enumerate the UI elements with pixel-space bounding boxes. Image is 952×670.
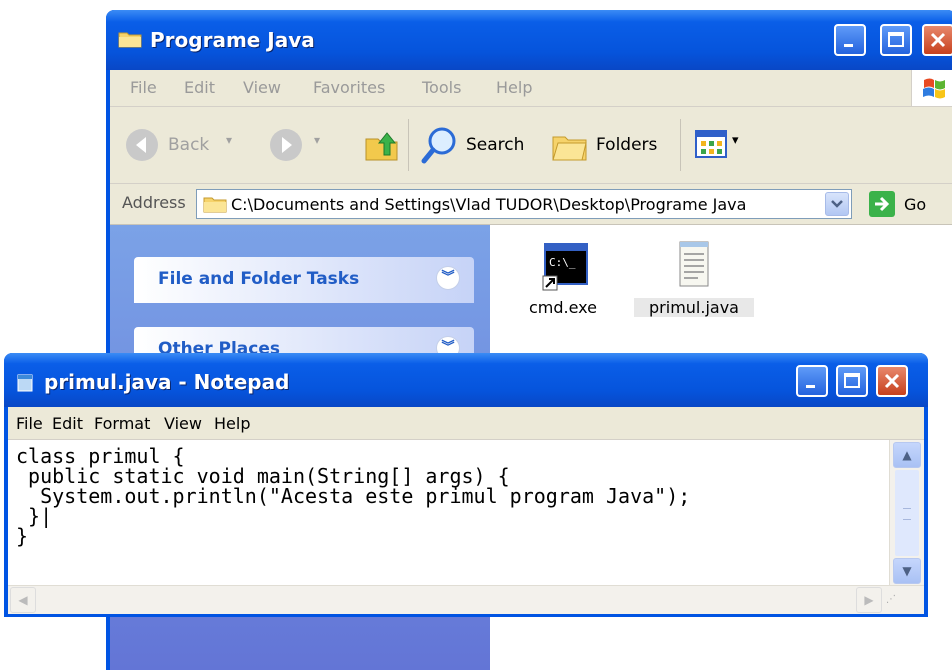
go-button[interactable]: Go xyxy=(868,190,948,220)
explorer-titlebar[interactable]: Programe Java xyxy=(106,10,952,70)
menu-view[interactable]: View xyxy=(243,78,281,97)
file-folder-tasks-header[interactable]: File and Folder Tasks ︾ xyxy=(134,257,474,303)
chevron-down-icon[interactable]: ︾ xyxy=(436,266,460,290)
views-dropdown-icon: ▾ xyxy=(732,133,739,148)
back-label: Back xyxy=(168,135,210,155)
windows-flag-icon xyxy=(923,78,945,99)
notepad-window: primul.java - Notepad File Edit Format V… xyxy=(4,353,928,617)
windows-logo xyxy=(911,70,952,106)
menu-file[interactable]: File xyxy=(130,78,157,97)
toolbar-separator xyxy=(680,119,681,171)
scroll-right-button[interactable]: ▶ xyxy=(856,587,882,613)
up-folder-icon[interactable] xyxy=(362,125,402,165)
resize-grip-icon[interactable]: ⋰ xyxy=(886,594,906,612)
standard-toolbar: Back ▾ ▾ Search Folders ▾ xyxy=(110,107,952,184)
minimize-icon xyxy=(844,44,853,47)
scroll-down-button[interactable]: ▼ xyxy=(893,558,921,584)
go-arrow-icon xyxy=(869,191,895,217)
menu-help[interactable]: Help xyxy=(496,78,532,97)
search-button[interactable]: Search xyxy=(420,125,538,165)
menu-edit[interactable]: Edit xyxy=(52,414,83,433)
maximize-button[interactable] xyxy=(836,365,868,397)
folders-icon xyxy=(552,136,587,161)
menu-edit[interactable]: Edit xyxy=(184,78,215,97)
menu-view[interactable]: View xyxy=(164,414,202,433)
minimize-icon xyxy=(806,385,815,388)
address-field[interactable]: C:\Documents and Settings\Vlad TUDOR\Des… xyxy=(196,189,852,219)
task-title: File and Folder Tasks xyxy=(158,269,360,289)
maximize-icon xyxy=(888,32,904,47)
menu-file[interactable]: File xyxy=(16,414,43,433)
text-editor[interactable]: class primul { public static void main(S… xyxy=(8,440,924,585)
search-label: Search xyxy=(466,135,525,155)
toolbar-separator xyxy=(408,119,409,171)
scroll-track[interactable] xyxy=(895,470,919,556)
maximize-button[interactable] xyxy=(880,24,912,56)
chevron-down-icon xyxy=(831,200,843,208)
back-dropdown-icon: ▾ xyxy=(226,133,233,147)
menu-bar: File Edit View Favorites Tools Help xyxy=(110,70,952,107)
minimize-button[interactable] xyxy=(834,24,866,56)
cmd-icon: C:\_ xyxy=(542,243,588,291)
menu-format[interactable]: Format xyxy=(94,414,150,433)
back-button[interactable]: Back ▾ xyxy=(124,127,232,165)
forward-button[interactable]: ▾ xyxy=(268,127,328,165)
scroll-grip xyxy=(903,508,911,520)
folders-label: Folders xyxy=(596,135,658,155)
file-cmd-exe[interactable]: C:\_ cmd.exe xyxy=(518,238,608,317)
forward-arrow-icon xyxy=(270,129,302,161)
back-arrow-icon xyxy=(126,129,158,161)
close-icon xyxy=(884,373,900,389)
notepad-titlebar[interactable]: primul.java - Notepad xyxy=(4,353,928,407)
window-title: Programe Java xyxy=(150,28,315,52)
views-icon xyxy=(695,130,727,158)
vertical-scrollbar[interactable]: ▲ ▼ xyxy=(889,440,924,585)
notepad-menu-bar: File Edit Format View Help xyxy=(8,407,924,440)
views-button[interactable]: ▾ xyxy=(694,127,754,163)
address-dropdown-button[interactable] xyxy=(825,192,849,216)
folders-button[interactable]: Folders xyxy=(550,125,680,165)
notepad-icon xyxy=(17,374,33,392)
code-text[interactable]: class primul { public static void main(S… xyxy=(16,446,690,546)
scroll-left-button[interactable]: ◀ xyxy=(10,587,36,613)
notepad-file-icon xyxy=(679,241,709,287)
horizontal-scrollbar[interactable]: ◀ ▶ ⋰ xyxy=(8,585,924,614)
window-title: primul.java - Notepad xyxy=(44,370,290,394)
address-label: Address xyxy=(122,193,186,212)
file-name: cmd.exe xyxy=(528,298,597,317)
menu-tools[interactable]: Tools xyxy=(422,78,461,97)
address-folder-icon xyxy=(203,197,227,213)
address-bar: Address C:\Documents and Settings\Vlad T… xyxy=(110,184,952,225)
file-name: primul.java xyxy=(634,298,754,317)
file-primul-java[interactable]: primul.java xyxy=(634,236,754,317)
forward-dropdown-icon: ▾ xyxy=(314,133,321,147)
folder-icon xyxy=(118,32,142,48)
svg-text:C:\_: C:\_ xyxy=(549,256,576,269)
close-button[interactable] xyxy=(922,24,952,56)
scroll-up-button[interactable]: ▲ xyxy=(893,442,921,468)
menu-favorites[interactable]: Favorites xyxy=(313,78,385,97)
close-icon xyxy=(930,32,946,48)
menu-help[interactable]: Help xyxy=(214,414,250,433)
close-button[interactable] xyxy=(876,365,908,397)
address-value: C:\Documents and Settings\Vlad TUDOR\Des… xyxy=(231,195,747,214)
go-label: Go xyxy=(904,195,927,214)
minimize-button[interactable] xyxy=(796,365,828,397)
maximize-icon xyxy=(844,373,860,388)
search-icon xyxy=(421,127,456,164)
